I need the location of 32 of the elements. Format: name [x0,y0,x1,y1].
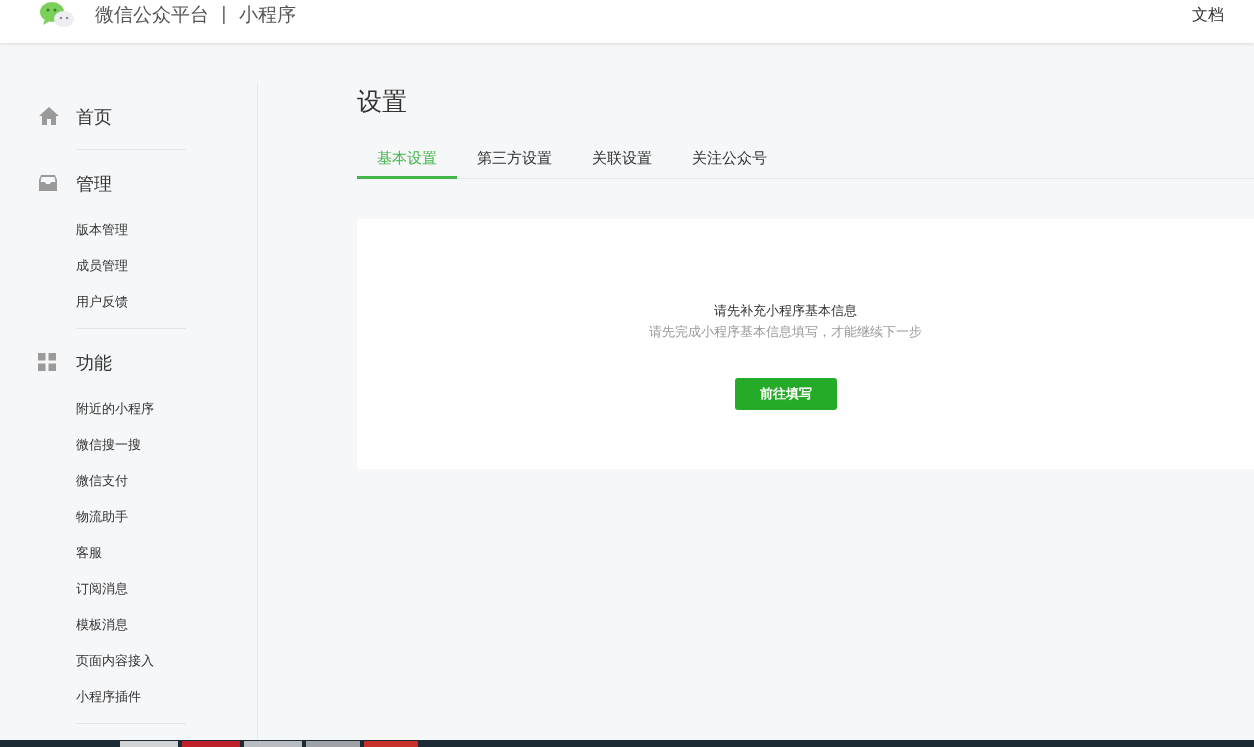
taskbar-button[interactable] [120,741,178,747]
page-title: 设置 [357,86,408,118]
nav-item[interactable]: 用户反馈 [38,284,257,320]
nav-heading[interactable]: 首页 [76,102,112,130]
product-name: 小程序 [238,2,296,28]
taskbar-button[interactable] [364,741,418,747]
taskbar-button[interactable] [182,741,240,747]
nav-heading[interactable]: 功能 [76,348,112,376]
nav-item[interactable]: 小程序插件 [38,679,257,715]
home-icon [38,106,60,126]
nav-heading[interactable]: 管理 [76,169,112,197]
taskbar-button[interactable] [244,741,302,747]
nav-item[interactable]: 微信支付 [38,463,257,499]
inbox-icon [38,174,58,192]
nav-item[interactable]: 页面内容接入 [38,643,257,679]
tab[interactable]: 关注公众号 [672,141,787,179]
tab[interactable]: 关联设置 [572,141,672,179]
grid-icon [38,353,56,371]
chat-bubbles-logo [39,1,75,28]
nav-item[interactable]: 微信搜一搜 [38,427,257,463]
nav-item[interactable]: 模板消息 [38,607,257,643]
nav-section[interactable]: 首页 [38,83,257,149]
title-separator: | [221,2,227,26]
tab[interactable]: 第三方设置 [457,141,572,179]
brand-name: 微信公众平台 [95,2,209,28]
nav-item[interactable]: 客服 [38,535,257,571]
nav-item[interactable]: 订阅消息 [38,571,257,607]
nav-item[interactable]: 成员管理 [38,248,257,284]
taskbar-button[interactable] [306,741,360,747]
nav-item[interactable]: 物流助手 [38,499,257,535]
notice-title: 请先补充小程序基本信息 [714,302,857,320]
docs-link[interactable]: 文档 [1192,2,1224,27]
